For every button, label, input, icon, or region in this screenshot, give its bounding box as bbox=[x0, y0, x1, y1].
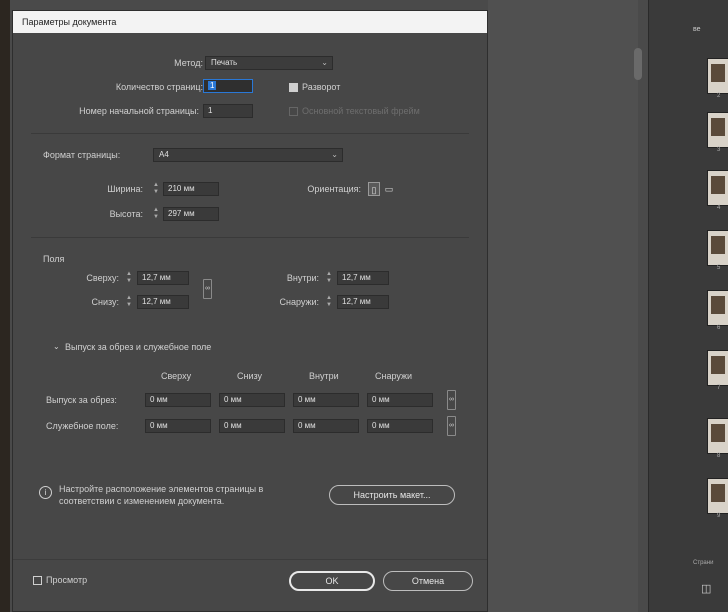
bleed-slug-title: Выпуск за обрез и служебное поле bbox=[65, 342, 212, 352]
page-number: 2 bbox=[717, 93, 721, 99]
bleed-outside-input[interactable]: 0 мм bbox=[367, 393, 433, 407]
margin-inside-stepper[interactable]: ▲ ▼ bbox=[325, 271, 333, 285]
page-size-label: Формат страницы: bbox=[43, 150, 121, 160]
dialog-title: Параметры документа bbox=[13, 11, 487, 33]
divider bbox=[13, 559, 487, 560]
bleed-bottom-input[interactable]: 0 мм bbox=[219, 393, 285, 407]
page-thumbnail[interactable] bbox=[707, 170, 728, 206]
pages-label: Количество страниц: bbox=[115, 82, 203, 92]
slug-top-input[interactable]: 0 мм bbox=[145, 419, 211, 433]
bleed-inside-input[interactable]: 0 мм bbox=[293, 393, 359, 407]
info-icon: i bbox=[39, 486, 52, 499]
page-number: 8 bbox=[717, 453, 721, 459]
margin-inside-label: Внутри: bbox=[286, 273, 319, 283]
width-stepper[interactable]: ▲ ▼ bbox=[152, 182, 160, 196]
panel-footer: Страни bbox=[693, 560, 714, 566]
link-bleed-icon[interactable]: ∞ bbox=[447, 390, 456, 410]
margin-outside-input[interactable]: 12,7 мм bbox=[337, 295, 389, 309]
col-bottom-header: Снизу bbox=[237, 371, 263, 381]
margin-bottom-input[interactable]: 12,7 мм bbox=[137, 295, 189, 309]
canvas-edge bbox=[0, 0, 10, 612]
bleed-label: Выпуск за обрез: bbox=[46, 395, 117, 405]
link-slug-icon[interactable]: ∞ bbox=[447, 416, 456, 436]
document-canvas bbox=[488, 0, 638, 612]
width-input[interactable]: 210 мм bbox=[163, 182, 219, 196]
slug-bottom-input[interactable]: 0 мм bbox=[219, 419, 285, 433]
divider bbox=[31, 237, 469, 238]
width-label: Ширина: bbox=[107, 184, 143, 194]
primary-frame-checkbox[interactable] bbox=[289, 107, 298, 116]
start-page-label: Номер начальной страницы: bbox=[79, 106, 199, 116]
margin-outside-stepper[interactable]: ▲ ▼ bbox=[325, 295, 333, 309]
link-margins-icon[interactable]: ∞ bbox=[203, 279, 212, 299]
intent-value: Печать bbox=[211, 58, 238, 67]
page-number: 5 bbox=[717, 265, 721, 271]
page-thumbnail[interactable] bbox=[707, 290, 728, 326]
height-input[interactable]: 297 мм bbox=[163, 207, 219, 221]
intent-label: Метод: bbox=[174, 58, 203, 68]
intent-select[interactable]: Печать ⌄ bbox=[205, 56, 333, 70]
slug-outside-input[interactable]: 0 мм bbox=[367, 419, 433, 433]
col-outside-header: Снаружи bbox=[375, 371, 413, 381]
panel-header: ве bbox=[693, 26, 701, 33]
page-thumbnail[interactable] bbox=[707, 230, 728, 266]
margin-bottom-label: Снизу: bbox=[91, 297, 119, 307]
page-thumbnail[interactable] bbox=[707, 350, 728, 386]
portrait-orientation-icon[interactable]: ▯ bbox=[368, 182, 380, 196]
page-number: 6 bbox=[717, 325, 721, 331]
page-number: 7 bbox=[717, 385, 721, 391]
slug-label: Служебное поле: bbox=[46, 421, 119, 431]
pages-panel: ве 2 3 4 5 6 7 8 9 Страни ◫ bbox=[648, 0, 728, 612]
page-thumbnail[interactable] bbox=[707, 478, 728, 514]
facing-pages-label: Разворот bbox=[302, 82, 341, 92]
margin-top-input[interactable]: 12,7 мм bbox=[137, 271, 189, 285]
margin-inside-input[interactable]: 12,7 мм bbox=[337, 271, 389, 285]
document-setup-dialog: Параметры документа Метод: Печать ⌄ Коли… bbox=[12, 10, 488, 612]
slug-inside-input[interactable]: 0 мм bbox=[293, 419, 359, 433]
height-stepper[interactable]: ▲ ▼ bbox=[152, 207, 160, 221]
preview-checkbox[interactable] bbox=[33, 576, 42, 585]
pages-panel-menu-icon[interactable]: ◫ bbox=[701, 582, 711, 595]
margin-bottom-stepper[interactable]: ▲ ▼ bbox=[125, 295, 133, 309]
chevron-down-icon: ⌄ bbox=[331, 150, 338, 159]
canvas-scrollbar[interactable] bbox=[634, 48, 642, 80]
landscape-orientation-icon[interactable]: ▭ bbox=[383, 182, 395, 196]
chevron-down-icon: ⌄ bbox=[321, 58, 328, 67]
bleed-slug-chevron-icon[interactable]: ⌄ bbox=[53, 342, 60, 351]
height-label: Высота: bbox=[109, 209, 143, 219]
page-thumbnail[interactable] bbox=[707, 58, 728, 94]
col-inside-header: Внутри bbox=[309, 371, 339, 381]
cancel-button[interactable]: Отмена bbox=[383, 571, 473, 591]
page-size-select[interactable]: A4 ⌄ bbox=[153, 148, 343, 162]
facing-pages-checkbox[interactable] bbox=[289, 83, 298, 92]
orientation-label: Ориентация: bbox=[307, 184, 361, 194]
divider bbox=[31, 133, 469, 134]
margin-top-label: Сверху: bbox=[86, 273, 119, 283]
margin-outside-label: Снаружи: bbox=[279, 297, 319, 307]
margins-title: Поля bbox=[43, 254, 65, 264]
page-thumbnail[interactable] bbox=[707, 112, 728, 148]
page-thumbnail[interactable] bbox=[707, 418, 728, 454]
page-size-value: A4 bbox=[159, 150, 169, 159]
adjust-layout-info: Настройте расположение элементов страниц… bbox=[59, 484, 264, 506]
preview-label: Просмотр bbox=[46, 575, 88, 585]
margin-top-stepper[interactable]: ▲ ▼ bbox=[125, 271, 133, 285]
bleed-top-input[interactable]: 0 мм bbox=[145, 393, 211, 407]
ok-button[interactable]: OK bbox=[289, 571, 375, 591]
pages-input[interactable]: 1 bbox=[203, 79, 253, 93]
adjust-layout-button[interactable]: Настроить макет... bbox=[329, 485, 455, 505]
col-top-header: Сверху bbox=[161, 371, 192, 381]
start-page-input[interactable]: 1 bbox=[203, 104, 253, 118]
page-number: 3 bbox=[717, 147, 721, 153]
primary-frame-label: Основной текстовый фрейм bbox=[302, 106, 420, 116]
page-number: 4 bbox=[717, 205, 721, 211]
page-number: 9 bbox=[717, 513, 721, 519]
